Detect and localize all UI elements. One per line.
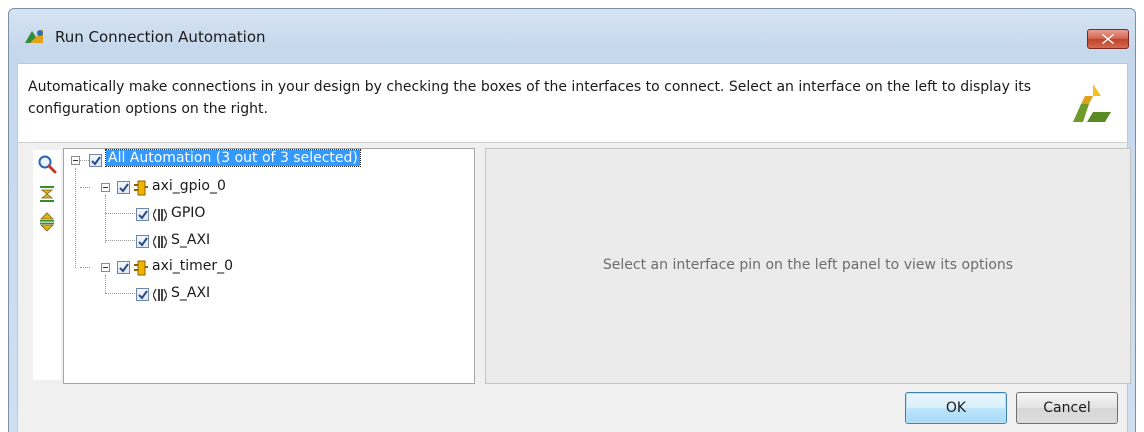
description-text: Automatically make connections in your d… <box>28 79 1032 117</box>
checkmark-icon <box>91 156 101 166</box>
tree-root-row[interactable]: All Automation (3 out of 3 selected) <box>64 149 464 171</box>
close-button[interactable] <box>1087 29 1129 49</box>
collapse-toggle[interactable] <box>101 263 110 272</box>
leaf-label: S_AXI <box>171 285 211 301</box>
checkmark-icon <box>138 237 148 247</box>
close-icon <box>1102 34 1114 44</box>
interface-icon <box>153 235 167 249</box>
window-title: Run Connection Automation <box>55 28 266 46</box>
collapse-toggle[interactable] <box>71 156 80 165</box>
xilinx-logo <box>1073 84 1111 122</box>
tree-leaf-s-axi[interactable]: S_AXI <box>64 231 464 253</box>
description-banner: Automatically make connections in your d… <box>18 64 1127 143</box>
title-bar[interactable]: Run Connection Automation <box>9 9 1135 63</box>
ip-block-icon <box>134 180 148 196</box>
checkmark-icon <box>119 183 129 193</box>
checkmark-icon <box>138 290 148 300</box>
tree-leaf-s-axi[interactable]: S_AXI <box>64 284 464 306</box>
root-checkbox[interactable] <box>89 154 102 167</box>
dialog-content: Automatically make connections in your d… <box>17 63 1131 432</box>
cancel-button[interactable]: Cancel <box>1016 392 1118 424</box>
ok-button[interactable]: OK <box>905 392 1007 424</box>
leaf-label: S_AXI <box>171 232 211 248</box>
root-label[interactable]: All Automation (3 out of 3 selected) <box>105 149 361 167</box>
expand-all-icon[interactable] <box>37 212 57 232</box>
search-icon[interactable] <box>37 154 57 174</box>
ip-block-icon <box>134 260 148 276</box>
leaf-checkbox[interactable] <box>136 208 149 221</box>
automation-tree: All Automation (3 out of 3 selected) axi… <box>63 148 475 384</box>
checkmark-icon <box>119 263 129 273</box>
options-placeholder: Select an interface pin on the left pane… <box>602 257 1014 273</box>
tree-toolbar <box>33 150 61 380</box>
leaf-label: GPIO <box>171 205 206 221</box>
options-panel: Select an interface pin on the left pane… <box>485 148 1131 384</box>
tree-node-axi-gpio-0[interactable]: axi_gpio_0 <box>64 177 464 199</box>
node-label: axi_gpio_0 <box>152 178 226 194</box>
checkmark-icon <box>138 210 148 220</box>
collapse-all-icon[interactable] <box>37 184 57 204</box>
node-checkbox[interactable] <box>117 261 130 274</box>
leaf-checkbox[interactable] <box>136 235 149 248</box>
node-checkbox[interactable] <box>117 181 130 194</box>
connection-automation-icon <box>25 29 43 43</box>
interface-icon <box>153 208 167 222</box>
tree-leaf-gpio[interactable]: GPIO <box>64 204 464 226</box>
leaf-checkbox[interactable] <box>136 288 149 301</box>
interface-icon <box>153 288 167 302</box>
run-connection-automation-dialog: Run Connection Automation Automatically … <box>8 8 1136 432</box>
tree-node-axi-timer-0[interactable]: axi_timer_0 <box>64 257 464 279</box>
collapse-toggle[interactable] <box>101 183 110 192</box>
node-label: axi_timer_0 <box>152 258 234 274</box>
